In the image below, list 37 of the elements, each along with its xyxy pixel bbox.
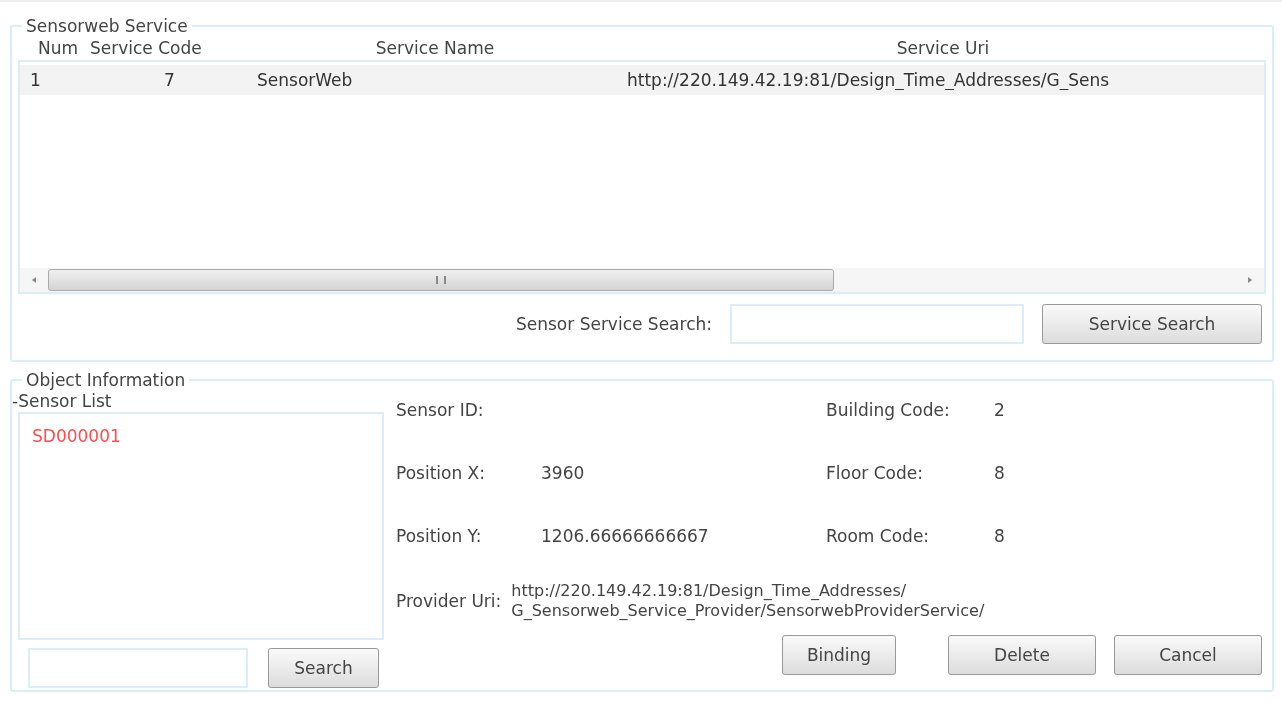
group-title: Sensorweb Service	[25, 16, 189, 36]
table-row[interactable]: 1 7 SensorWeb http://220.149.42.19:81/Design_Time_Addresses/G_Sens	[20, 65, 1264, 95]
column-header: Service Name	[374, 38, 496, 58]
field-value: 1206.66666666667	[541, 526, 710, 548]
service-search-button[interactable]: Service Search	[1042, 304, 1262, 344]
field-value: 8	[994, 526, 1006, 548]
sensor-search-field[interactable]	[28, 648, 248, 688]
action-button[interactable]: Cancel	[1114, 635, 1262, 675]
field-label: Position Y:	[396, 526, 483, 548]
field-label: Sensor ID:	[396, 400, 485, 422]
horizontal-scrollbar[interactable]	[20, 268, 1264, 292]
field-label: Floor Code:	[826, 463, 924, 485]
field-label: Room Code:	[826, 526, 931, 548]
group-title: Object Information	[25, 370, 187, 390]
table-cell-text: SensorWeb	[256, 70, 354, 90]
scroll-left-icon[interactable]	[30, 276, 38, 284]
column-header: Service Code	[90, 38, 203, 58]
scrollbar-thumb[interactable]	[48, 269, 835, 291]
scroll-right-icon[interactable]	[1246, 276, 1254, 284]
field-label: Position X:	[396, 463, 486, 485]
action-button[interactable]: Binding	[782, 635, 896, 675]
field-value: 2	[994, 400, 1006, 422]
table-cell-text: http://220.149.42.19:81/Design_Time_Addresses/G_Sens	[626, 70, 1111, 90]
field-value: 3960	[541, 463, 586, 485]
table-cell-text: 1	[29, 70, 42, 90]
search-label: Sensor Service Search:	[515, 314, 712, 334]
field-label: Building Code:	[826, 400, 951, 422]
list-title: -Sensor List	[12, 390, 113, 412]
table-cell-text: 7	[163, 70, 176, 90]
field-value: 8	[994, 463, 1006, 485]
column-header: Num	[37, 38, 80, 58]
action-button[interactable]: Delete	[948, 635, 1096, 675]
field-label: Provider Uri:	[396, 591, 502, 611]
column-header: Service Uri	[895, 38, 991, 58]
search-field[interactable]	[730, 304, 1024, 344]
search-button[interactable]: Search	[268, 648, 379, 688]
provider-uri: http://220.149.42.19:81/Design_Time_Addresses/ G_Sensorweb_Service_Provider/SensorwebProviderService/	[511, 581, 986, 621]
